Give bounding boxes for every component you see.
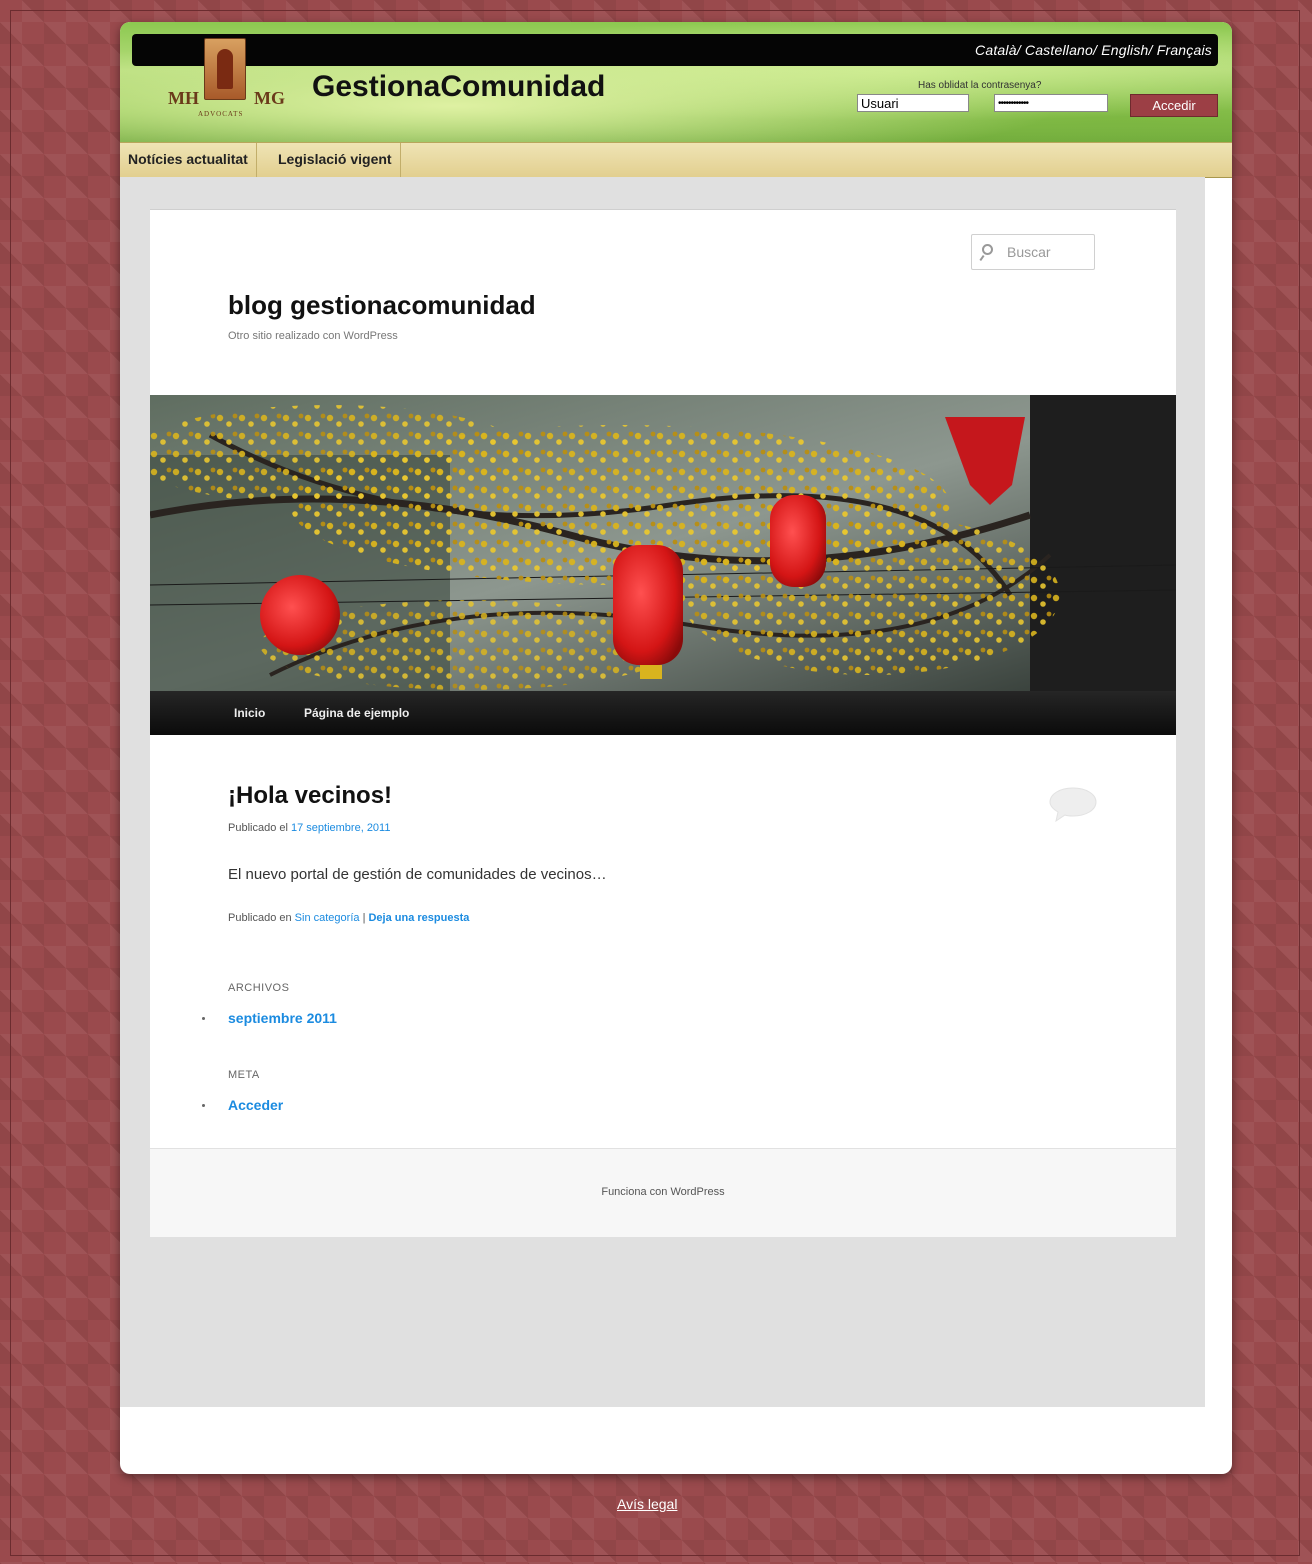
blog-footer: Funciona con WordPress: [150, 1148, 1176, 1237]
post-footer-meta: Publicado en Sin categoría | Deja una re…: [228, 912, 469, 924]
content-area: Buscar blog gestionacomunidad Otro sitio…: [120, 177, 1205, 1407]
reply-link[interactable]: Deja una respuesta: [368, 912, 469, 924]
post-date-link[interactable]: 17 septiembre, 2011: [291, 822, 390, 834]
comment-bubble-icon[interactable]: [1048, 786, 1098, 822]
search-input[interactable]: Buscar: [971, 234, 1095, 270]
nav-item-sample-page[interactable]: Página de ejemplo: [304, 691, 409, 735]
forgot-password-link[interactable]: Has oblidat la contrasenya?: [918, 80, 1041, 91]
username-field[interactable]: [857, 94, 969, 112]
blog-page: Buscar blog gestionacomunidad Otro sitio…: [150, 209, 1176, 1237]
search-icon: [982, 244, 993, 255]
blog-description: Otro sitio realizado con WordPress: [228, 330, 398, 342]
archive-link-september-2011[interactable]: septiembre 2011: [228, 1010, 337, 1026]
list-bullet: [202, 1017, 205, 1020]
category-label: Publicado en: [228, 912, 292, 924]
main-menu: Notícies actualitat Legislació vigent: [120, 142, 1232, 178]
login-link[interactable]: Acceder: [228, 1097, 283, 1113]
archives-widget-title: ARCHIVOS: [228, 982, 290, 994]
blog-title[interactable]: blog gestionacomunidad: [228, 290, 536, 321]
powered-by-link[interactable]: Funciona con WordPress: [150, 1186, 1176, 1198]
menu-item-legislation[interactable]: Legislació vigent: [270, 143, 401, 177]
logo-emblem-icon: [204, 38, 246, 100]
firm-logo[interactable]: MH MG ADVOCATS: [168, 38, 286, 122]
logo-text-left: MH: [168, 88, 199, 108]
login-button[interactable]: Accedir: [1130, 94, 1218, 117]
menu-item-news[interactable]: Notícies actualitat: [120, 143, 257, 177]
password-field[interactable]: [994, 94, 1108, 112]
language-switcher[interactable]: Català/ Castellano/ English/ Français: [975, 42, 1212, 58]
legal-notice-link[interactable]: Avís legal: [617, 1496, 677, 1512]
post-title[interactable]: ¡Hola vecinos!: [228, 782, 392, 810]
lanterns-photo: [150, 395, 1176, 691]
logo-text-right: MG: [254, 88, 285, 108]
header-image: [150, 395, 1176, 691]
search-placeholder: Buscar: [1007, 244, 1051, 260]
list-bullet: [202, 1104, 205, 1107]
meta-separator: |: [362, 912, 366, 924]
blog-nav: Inicio Página de ejemplo: [150, 691, 1176, 735]
post-excerpt: El nuevo portal de gestión de comunidade…: [228, 866, 607, 883]
site-header-banner: Català/ Castellano/ English/ Français MH…: [120, 22, 1232, 142]
language-bar: Català/ Castellano/ English/ Français: [132, 34, 1218, 66]
site-title[interactable]: GestionaComunidad: [312, 70, 605, 104]
published-label: Publicado el: [228, 822, 288, 834]
nav-item-home[interactable]: Inicio: [234, 691, 265, 735]
category-link[interactable]: Sin categoría: [295, 912, 360, 924]
meta-widget-title: META: [228, 1069, 260, 1081]
logo-subtext: ADVOCATS: [198, 110, 244, 118]
site-container: Català/ Castellano/ English/ Français MH…: [120, 22, 1232, 1474]
post-meta: Publicado el 17 septiembre, 2011: [228, 822, 390, 834]
